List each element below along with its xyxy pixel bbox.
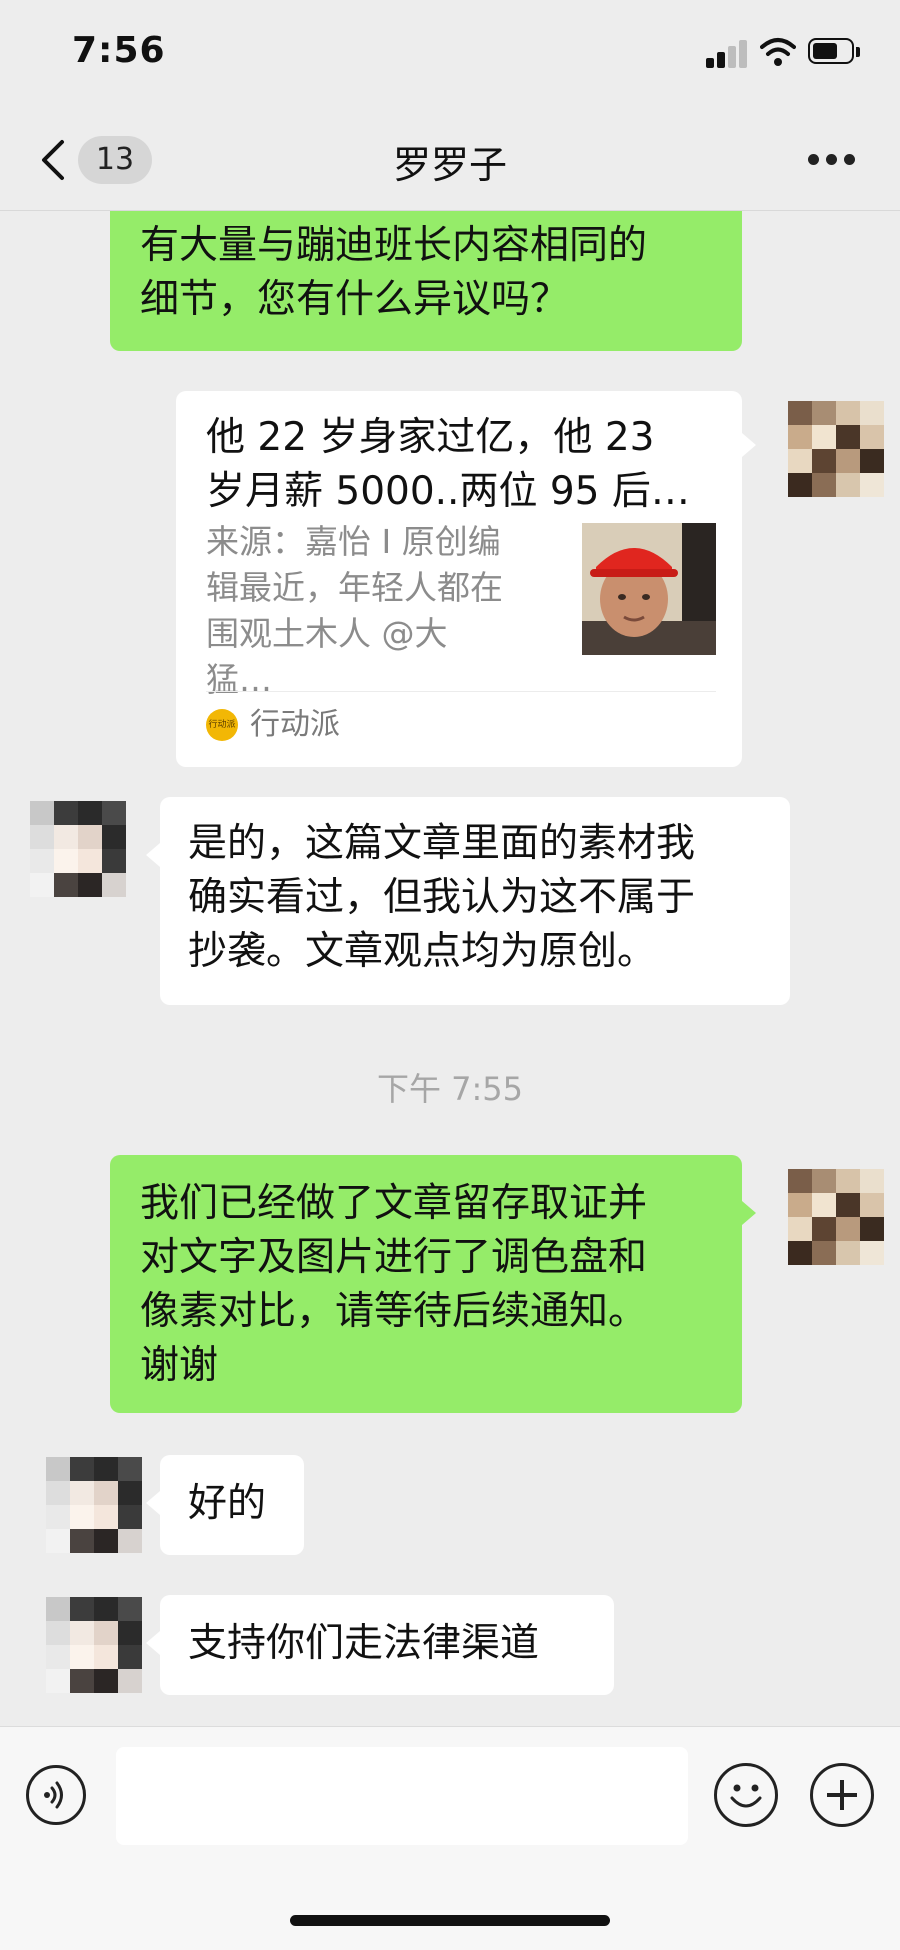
source-logo-icon: 行动派 xyxy=(206,709,238,741)
status-bar: 7:56 xyxy=(0,0,900,110)
message-timestamp: 下午 7:55 xyxy=(376,1070,524,1108)
chat-title: 罗罗子 xyxy=(392,143,507,187)
article-desc-line: 围观土木人 @大猛… xyxy=(206,614,448,699)
article-source: 行动派 xyxy=(250,707,340,742)
message-line: 谢谢 xyxy=(140,1343,219,1388)
message-line: 好的 xyxy=(188,1481,267,1526)
home-indicator xyxy=(290,1915,610,1926)
message-line: 有大量与蹦迪班长内容相同的 xyxy=(140,223,648,268)
voice-icon[interactable] xyxy=(26,1765,86,1825)
contact-avatar[interactable] xyxy=(46,1597,142,1693)
message-bubble-incoming[interactable]: 好的 xyxy=(160,1455,304,1555)
message-bubble-incoming[interactable]: 是的，这篇文章里面的素材我 确实看过，但我认为这不属于 抄袭。文章观点均为原创。 xyxy=(160,797,790,1005)
article-title-line: 岁月薪 5000..两位 95 后… xyxy=(206,469,690,514)
input-bar xyxy=(0,1726,900,1950)
article-divider xyxy=(206,691,716,692)
article-desc-line: 来源：嘉怡 I 原创编 xyxy=(206,522,501,561)
article-description: 来源：嘉怡 I 原创编 辑最近，年轻人都在 围观土木人 @大猛… xyxy=(206,519,506,703)
article-thumbnail xyxy=(582,523,716,655)
contact-avatar[interactable] xyxy=(46,1457,142,1553)
message-line: 是的，这篇文章里面的素材我 xyxy=(188,821,696,866)
status-time: 7:56 xyxy=(72,30,166,71)
message-bubble-incoming[interactable]: 支持你们走法律渠道 xyxy=(160,1595,614,1695)
article-desc-line: 辑最近，年轻人都在 xyxy=(206,568,503,607)
signal-icon xyxy=(706,40,748,68)
bubble-tail xyxy=(742,433,756,457)
message-line: 我们已经做了文章留存取证并 xyxy=(140,1181,648,1226)
message-input[interactable] xyxy=(116,1747,688,1845)
message-line: 确实看过，但我认为这不属于 xyxy=(188,875,696,920)
battery-icon xyxy=(808,38,862,66)
my-avatar[interactable] xyxy=(788,1169,884,1265)
contact-avatar[interactable] xyxy=(30,801,126,897)
bubble-tail xyxy=(146,1491,160,1515)
message-list[interactable]: 有大量与蹦迪班长内容相同的 细节，您有什么异议吗？ 他 22 岁身家过亿，他 2… xyxy=(0,211,900,1726)
message-bubble-outgoing[interactable]: 有大量与蹦迪班长内容相同的 细节，您有什么异议吗？ xyxy=(110,211,742,351)
message-line: 支持你们走法律渠道 xyxy=(188,1621,540,1666)
bubble-tail xyxy=(742,1201,756,1225)
message-line: 像素对比，请等待后续通知。 xyxy=(140,1289,648,1334)
message-bubble-outgoing[interactable]: 我们已经做了文章留存取证并 对文字及图片进行了调色盘和 像素对比，请等待后续通知… xyxy=(110,1155,742,1413)
article-title-line: 他 22 岁身家过亿，他 23 xyxy=(206,415,655,460)
my-avatar[interactable] xyxy=(788,401,884,497)
article-card[interactable]: 他 22 岁身家过亿，他 23 岁月薪 5000..两位 95 后… 来源：嘉怡… xyxy=(176,391,742,767)
wifi-icon xyxy=(760,38,796,66)
more-dots-icon[interactable] xyxy=(808,154,856,166)
emoji-icon[interactable] xyxy=(714,1763,778,1827)
chat-header: 13 罗罗子 xyxy=(0,110,900,211)
article-title: 他 22 岁身家过亿，他 23 岁月薪 5000..两位 95 后… xyxy=(206,411,716,519)
bubble-tail xyxy=(146,843,160,867)
message-line: 抄袭。文章观点均为原创。 xyxy=(188,929,657,974)
message-line: 细节，您有什么异议吗？ xyxy=(140,277,570,322)
bubble-tail xyxy=(146,1631,160,1655)
message-line: 对文字及图片进行了调色盘和 xyxy=(140,1235,648,1280)
plus-icon[interactable] xyxy=(810,1763,874,1827)
